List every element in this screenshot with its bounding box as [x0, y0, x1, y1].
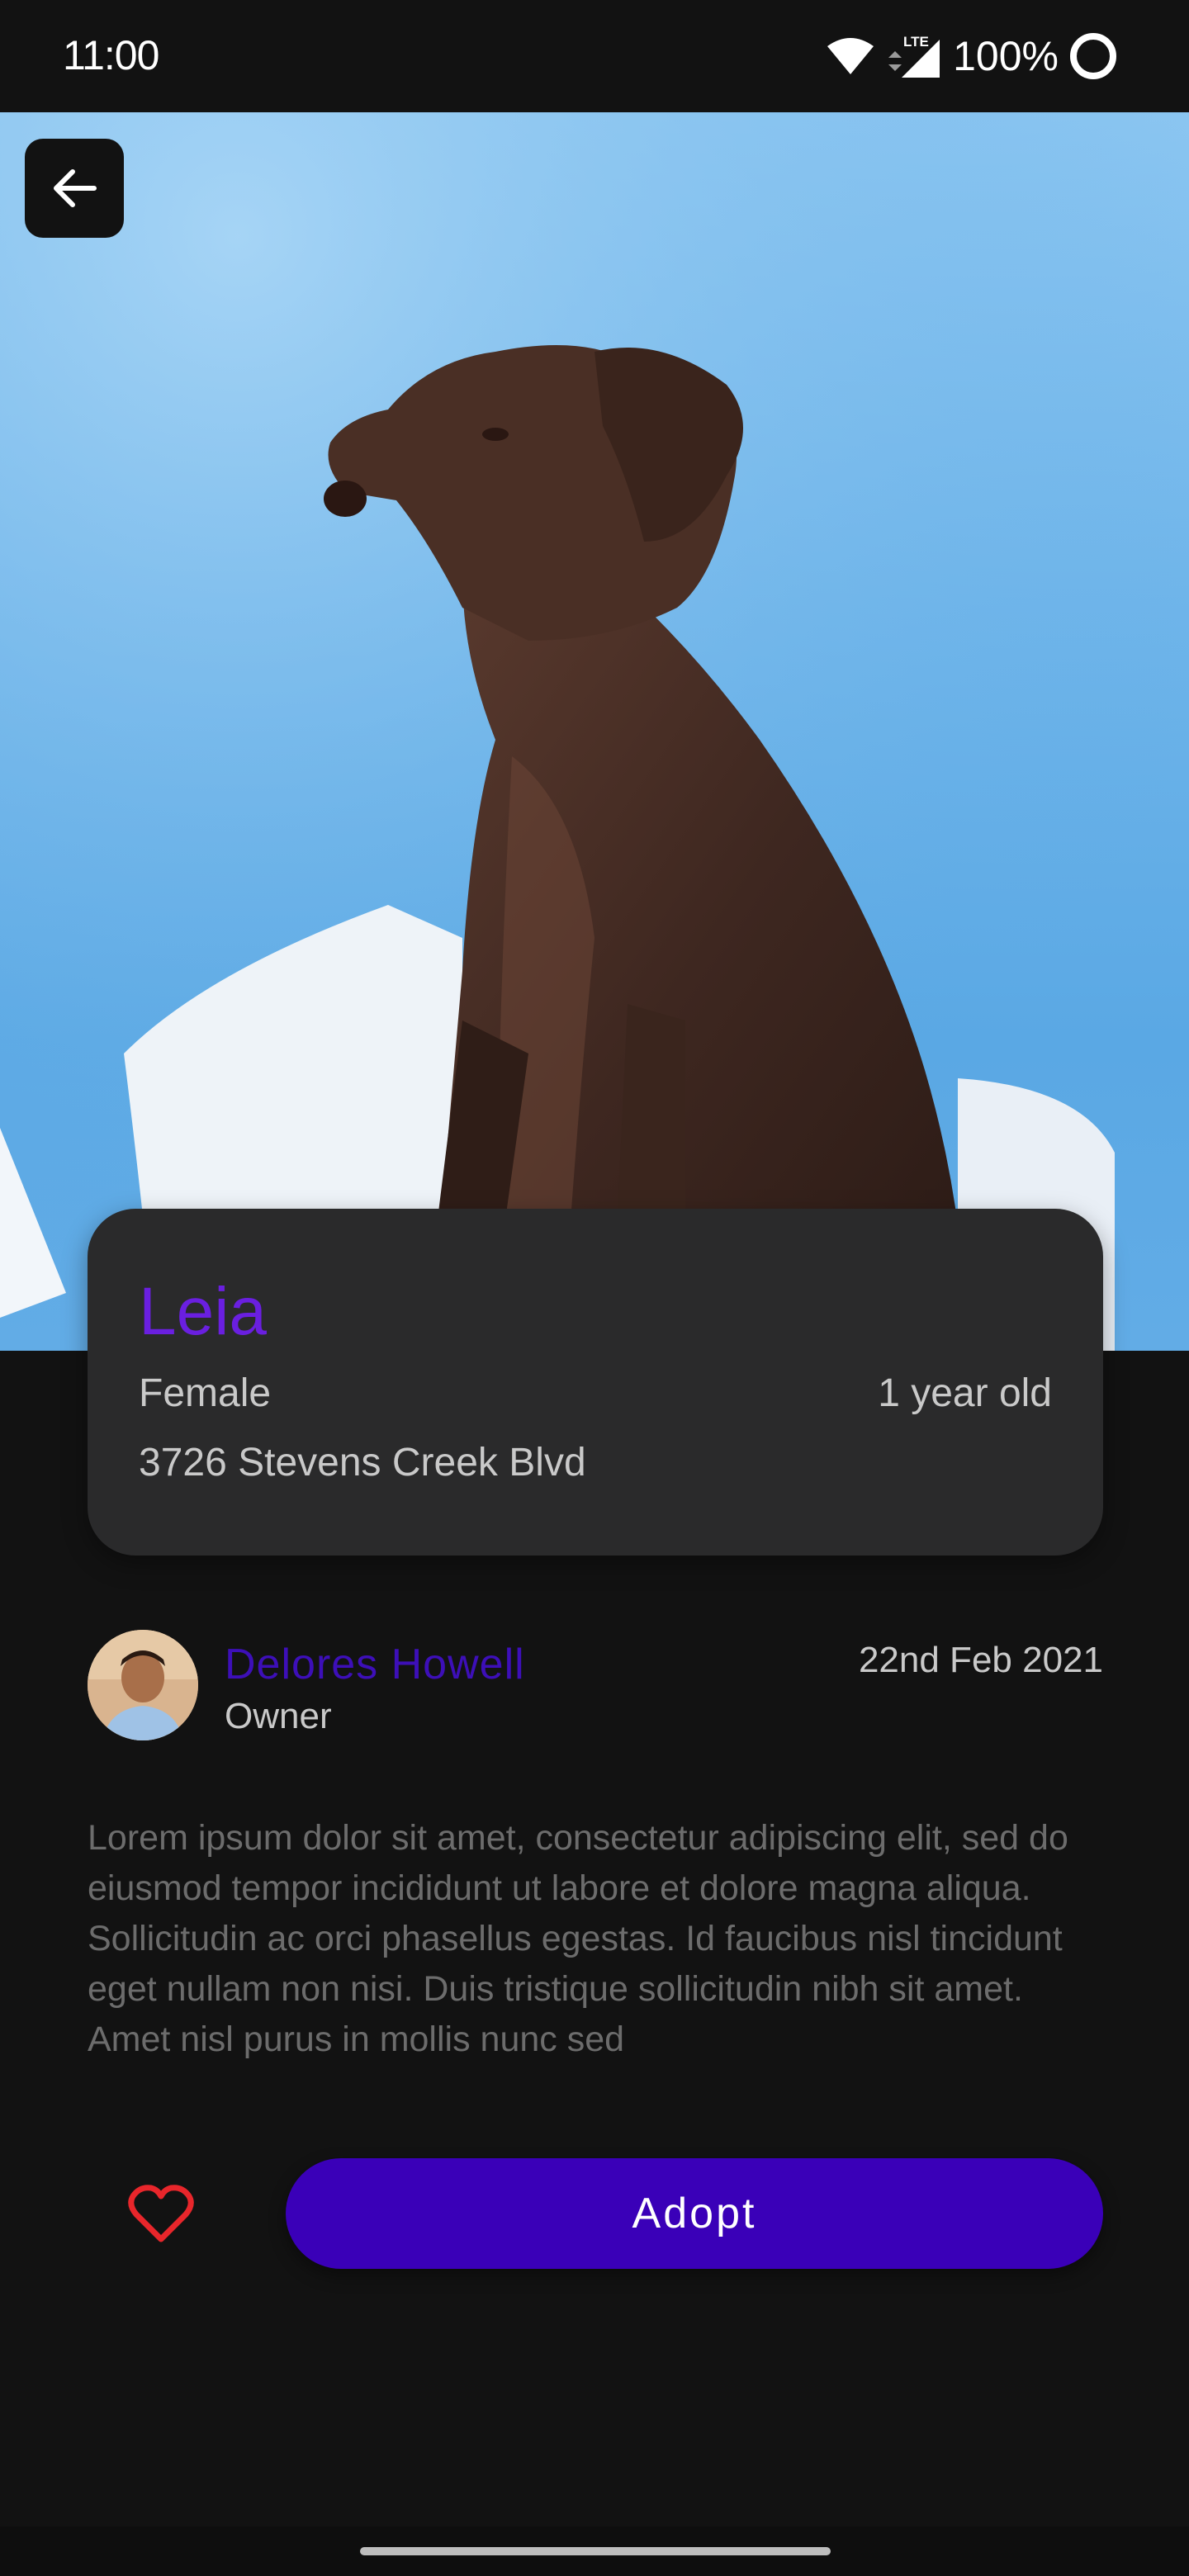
favorite-button[interactable] — [116, 2173, 206, 2256]
owner-avatar[interactable] — [88, 1630, 198, 1740]
owner-name[interactable]: Delores Howell — [225, 1640, 525, 1689]
pet-address: 3726 Stevens Creek Blvd — [139, 1441, 586, 1485]
battery-percent: 100% — [953, 33, 1059, 79]
lte-signal-icon: LTE — [888, 34, 940, 78]
pet-photo — [0, 112, 1189, 1351]
pet-name: Leia — [139, 1274, 268, 1349]
pet-age: 1 year old — [878, 1371, 1052, 1415]
pet-description: Lorem ipsum dolor sit amet, consectetur … — [88, 1818, 1068, 2059]
owner-role: Owner — [225, 1696, 332, 1736]
back-button[interactable] — [25, 139, 124, 238]
status-icons: LTE 100% — [826, 31, 1116, 81]
post-date: 22nd Feb 2021 — [858, 1640, 1103, 1680]
pet-gender: Female — [139, 1371, 272, 1415]
network-label: LTE — [903, 34, 929, 50]
heart-icon — [128, 2185, 194, 2242]
adopt-button[interactable]: Adopt — [286, 2158, 1103, 2269]
avatar-image — [88, 1630, 198, 1740]
battery-icon — [1070, 33, 1116, 79]
home-indicator[interactable] — [360, 2547, 831, 2555]
dog-illustration — [0, 112, 1189, 1351]
status-time: 11:00 — [63, 32, 159, 78]
status-bar: 11:00 LTE 100% — [0, 0, 1189, 112]
owner-section: Delores Howell Owner 22nd Feb 2021 — [88, 1630, 1103, 1745]
arrow-left-icon — [54, 169, 97, 207]
wifi-icon — [827, 38, 874, 74]
pet-info-card: Leia Female 1 year old 3726 Stevens Cree… — [88, 1209, 1103, 1556]
